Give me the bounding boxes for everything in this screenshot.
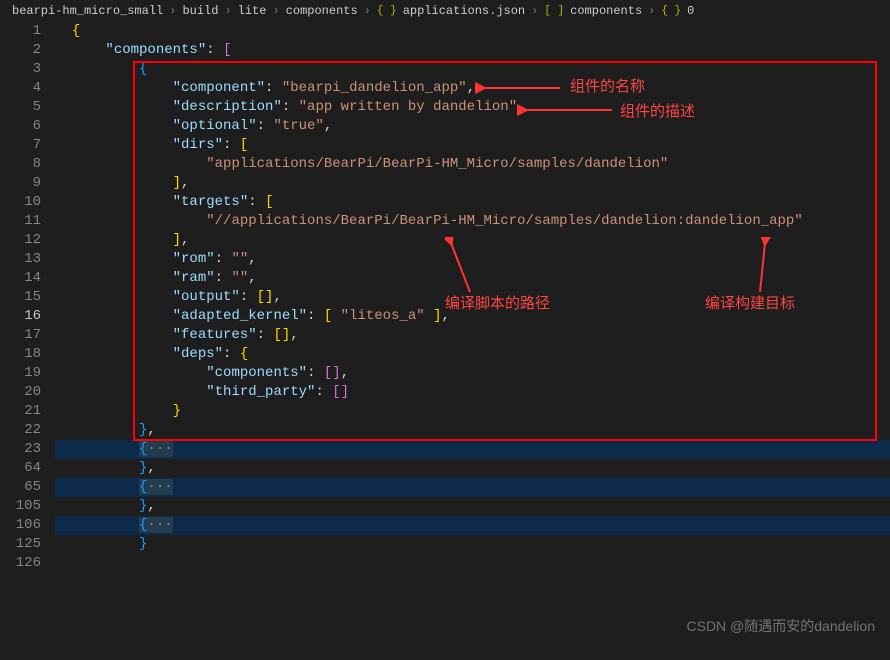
breadcrumb-item[interactable]: components xyxy=(286,4,358,18)
json-value: "true" xyxy=(273,118,323,134)
object-icon: { } xyxy=(661,5,681,17)
chevron-right-icon xyxy=(224,4,231,18)
json-key: "adapted_kernel" xyxy=(173,308,307,324)
line-number: 1 xyxy=(0,22,41,41)
json-key: "dirs" xyxy=(173,137,223,153)
editor[interactable]: 1 2 3 4 5 6 7 8 9 10 11 12 13 14 15 16 1… xyxy=(0,22,890,660)
json-key: "component" xyxy=(173,80,265,96)
json-value: "bearpi_dandelion_app" xyxy=(282,80,467,96)
line-number: 65 xyxy=(0,478,41,497)
line-number: 20 xyxy=(0,383,41,402)
array-icon: [ ] xyxy=(544,5,564,17)
json-value: "applications/BearPi/BearPi-HM_Micro/sam… xyxy=(206,156,668,172)
line-number: 11 xyxy=(0,212,41,231)
json-value: "" xyxy=(231,251,248,267)
line-number: 15 xyxy=(0,288,41,307)
breadcrumb-item[interactable]: build xyxy=(182,4,218,18)
line-number: 106 xyxy=(0,516,41,535)
line-number: 105 xyxy=(0,497,41,516)
json-key: "output" xyxy=(173,289,240,305)
breadcrumb-item[interactable]: bearpi-hm_micro_small xyxy=(12,4,163,18)
line-number: 64 xyxy=(0,459,41,478)
line-number: 17 xyxy=(0,326,41,345)
json-key: "features" xyxy=(173,327,257,343)
chevron-right-icon xyxy=(272,4,279,18)
json-key: "rom" xyxy=(173,251,215,267)
line-number: 22 xyxy=(0,421,41,440)
json-value: "liteos_a" xyxy=(341,308,425,324)
line-number: 13 xyxy=(0,250,41,269)
line-number: 14 xyxy=(0,269,41,288)
breadcrumb[interactable]: bearpi-hm_micro_small build lite compone… xyxy=(0,0,890,22)
json-icon: { } xyxy=(377,5,397,17)
line-gutter: 1 2 3 4 5 6 7 8 9 10 11 12 13 14 15 16 1… xyxy=(0,22,55,660)
json-key: "ram" xyxy=(173,270,215,286)
line-number: 3 xyxy=(0,60,41,79)
line-number: 10 xyxy=(0,193,41,212)
line-number: 21 xyxy=(0,402,41,421)
line-number: 18 xyxy=(0,345,41,364)
json-value: "" xyxy=(231,270,248,286)
json-key: "description" xyxy=(173,99,282,115)
chevron-right-icon xyxy=(169,4,176,18)
json-key: "components" xyxy=(206,365,307,381)
chevron-right-icon xyxy=(648,4,655,18)
line-number: 7 xyxy=(0,136,41,155)
json-key: "deps" xyxy=(173,346,223,362)
line-number: 23 xyxy=(0,440,41,459)
json-value: "//applications/BearPi/BearPi-HM_Micro/s… xyxy=(206,213,803,229)
breadcrumb-item[interactable]: 0 xyxy=(687,4,694,18)
json-key: "components" xyxy=(105,42,206,58)
line-number: 12 xyxy=(0,231,41,250)
line-number: 19 xyxy=(0,364,41,383)
line-number: 2 xyxy=(0,41,41,60)
line-number: 126 xyxy=(0,554,41,573)
breadcrumb-item[interactable]: lite xyxy=(238,4,267,18)
json-value: "app written by dandelion" xyxy=(299,99,517,115)
json-key: "optional" xyxy=(173,118,257,134)
line-number: 125 xyxy=(0,535,41,554)
json-key: "third_party" xyxy=(206,384,315,400)
line-number: 8 xyxy=(0,155,41,174)
chevron-right-icon xyxy=(531,4,538,18)
breadcrumb-item[interactable]: applications.json xyxy=(403,4,525,18)
json-key: "targets" xyxy=(173,194,249,210)
breadcrumb-item[interactable]: components xyxy=(570,4,642,18)
line-number: 16 xyxy=(0,307,41,326)
watermark: CSDN @随遇而安的dandelion xyxy=(687,616,876,636)
line-number: 6 xyxy=(0,117,41,136)
chevron-right-icon xyxy=(364,4,371,18)
line-number: 5 xyxy=(0,98,41,117)
code-area[interactable]: { "components": [ { "component": "bearpi… xyxy=(55,22,890,660)
line-number: 9 xyxy=(0,174,41,193)
line-number: 4 xyxy=(0,79,41,98)
